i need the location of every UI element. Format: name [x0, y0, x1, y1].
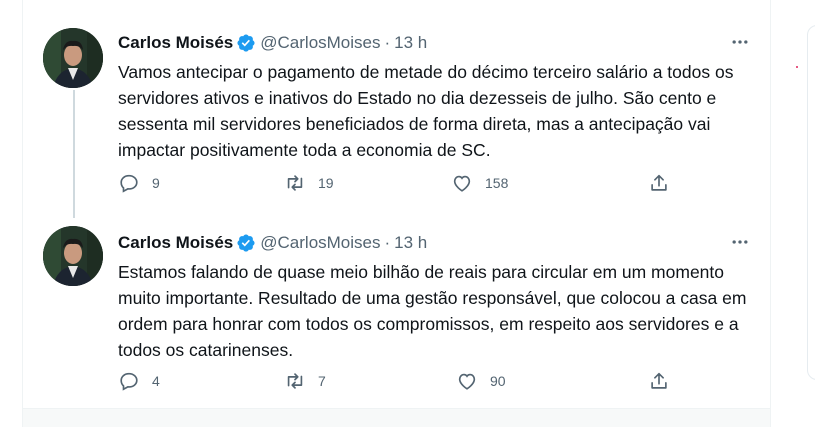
reply-icon [120, 372, 138, 391]
author-name[interactable]: Carlos Moisés [118, 33, 233, 53]
tweet-text: Vamos antecipar o pagamento de metade do… [118, 62, 734, 160]
timestamp[interactable]: 13 h [394, 233, 427, 253]
like-icon [453, 175, 471, 192]
notification-dot [796, 66, 798, 68]
separator-dot: · [384, 233, 391, 252]
reply-button[interactable]: 9 [118, 172, 160, 194]
tweet[interactable]: Carlos Moisés @CarlosMoises · 13 h Vamos… [23, 0, 770, 210]
verified-badge-icon [237, 234, 255, 252]
timestamp[interactable]: 13 h [394, 33, 427, 53]
share-button[interactable] [648, 370, 670, 392]
like-icon [458, 373, 476, 390]
share-icon [651, 174, 667, 191]
reply-count: 9 [152, 175, 160, 191]
retweet-count: 7 [318, 373, 326, 389]
retweet-icon [287, 373, 303, 389]
author-handle[interactable]: @CarlosMoises [260, 33, 380, 53]
share-icon [651, 372, 667, 389]
share-button[interactable] [648, 172, 670, 194]
timeline-gap [23, 409, 770, 427]
reply-icon [120, 174, 138, 193]
more-options-icon[interactable] [728, 30, 752, 54]
like-button[interactable]: 90 [456, 370, 506, 392]
more-options-icon[interactable] [728, 230, 752, 254]
reply-button[interactable]: 4 [118, 370, 160, 392]
like-count: 158 [485, 175, 509, 191]
author-name[interactable]: Carlos Moisés [118, 233, 233, 253]
retweet-icon [287, 175, 303, 191]
retweet-count: 19 [318, 175, 334, 191]
tweet[interactable]: Carlos Moisés @CarlosMoises · 13 h Estam… [23, 200, 770, 408]
retweet-button[interactable]: 7 [284, 370, 326, 392]
tweet-header: Carlos Moisés @CarlosMoises · 13 h [118, 232, 427, 254]
verified-badge-icon [237, 34, 255, 52]
reply-count: 4 [152, 373, 160, 389]
avatar[interactable] [43, 28, 103, 88]
like-count: 90 [490, 373, 506, 389]
author-handle[interactable]: @CarlosMoises [260, 233, 380, 253]
avatar[interactable] [43, 226, 103, 286]
separator-dot: · [384, 33, 391, 52]
tweet-header: Carlos Moisés @CarlosMoises · 13 h [118, 32, 427, 54]
tweet-text: Estamos falando de quase meio bilhão de … [118, 262, 747, 360]
like-button[interactable]: 158 [451, 172, 508, 194]
sidebar-panel-edge [807, 25, 815, 380]
retweet-button[interactable]: 19 [284, 172, 334, 194]
